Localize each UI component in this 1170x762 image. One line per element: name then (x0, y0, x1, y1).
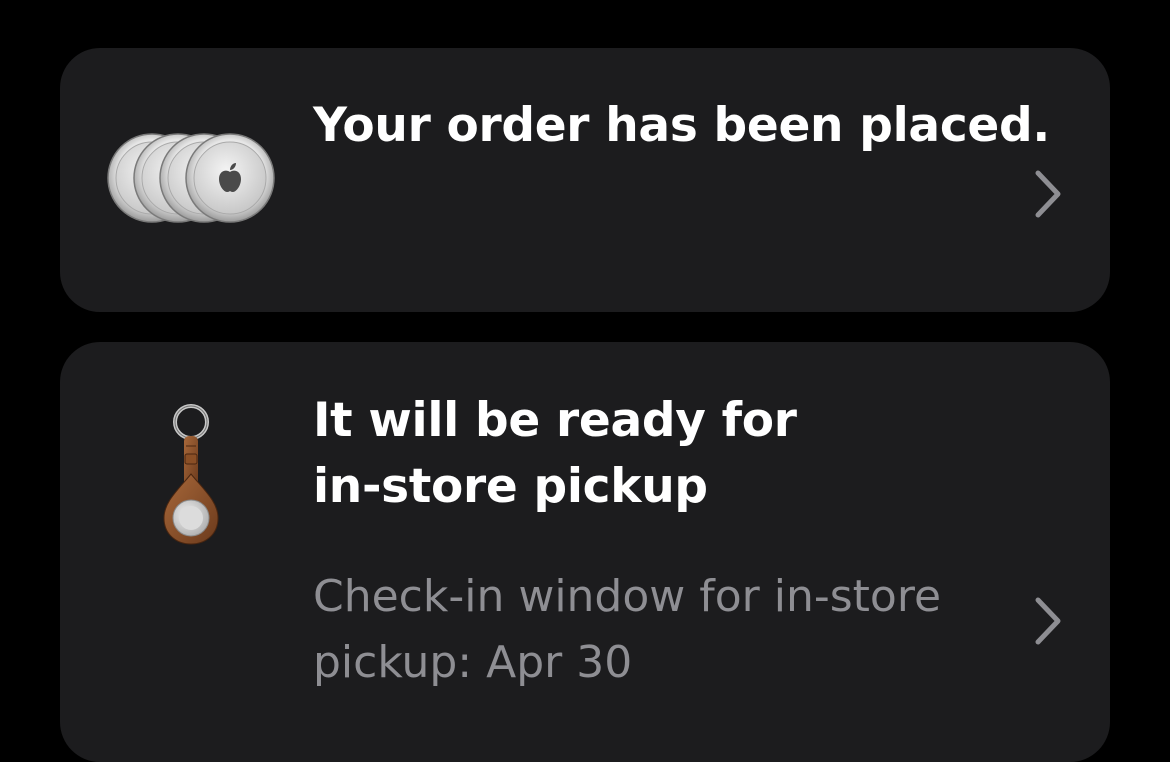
order-status-card[interactable]: Your order has been placed. (60, 48, 1110, 312)
chevron-right-icon[interactable] (1034, 169, 1062, 219)
airtag-leather-key-ring-icon (163, 404, 219, 545)
pickup-info-card[interactable]: It will be ready for in-store pickup Che… (60, 342, 1110, 762)
chevron-right-icon[interactable] (1034, 596, 1062, 646)
airtag-4-pack-icon (107, 133, 275, 223)
pickup-title: It will be ready for in-store pickup (313, 393, 797, 514)
pickup-checkin-window: Check-in window for in-store pickup: Apr… (313, 571, 942, 688)
order-status-title: Your order has been placed. (313, 98, 1050, 153)
